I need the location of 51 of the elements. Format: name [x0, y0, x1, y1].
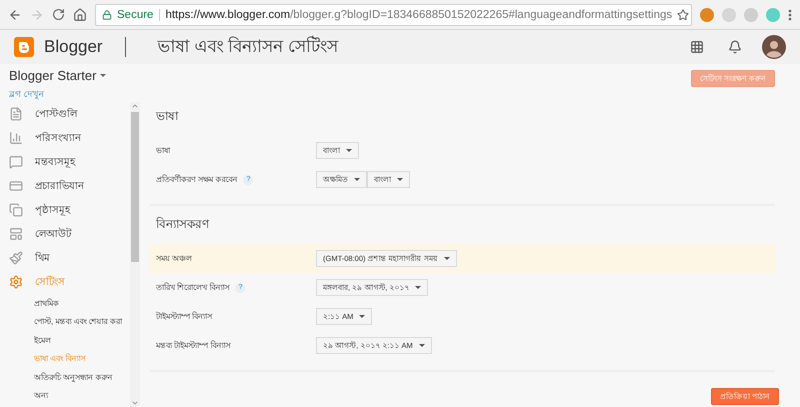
setting-label: প্রতিবর্ণীকরণ সক্ষম করবেন [156, 174, 238, 186]
sidebar-item-label: সেটিংস [35, 274, 65, 290]
setting-label: সময় অঞ্চল [156, 253, 192, 265]
settings-icon [9, 275, 23, 289]
section-title: ভাষা [154, 108, 180, 125]
setting-label: টাইমস্ট্যাম্প বিন্যাস [156, 310, 212, 323]
url-host: https://www.blogger.com [165, 8, 290, 20]
sidebar-item[interactable]: পরিসংখ্যান [0, 126, 130, 150]
sidebar-item[interactable]: পৃষ্ঠাসমূহ [0, 198, 130, 222]
card-icon [9, 179, 23, 193]
sidebar-item-label: পৃষ্ঠাসমূহ [35, 202, 70, 218]
blog-selector[interactable]: Blogger Starter [9, 68, 140, 83]
back-icon[interactable] [8, 8, 22, 22]
scroll-down-icon[interactable] [131, 399, 139, 407]
sidebar-item-label: লেআউট [35, 226, 71, 242]
document-icon [9, 107, 23, 121]
section-title: বিন্যাসকরণ [154, 216, 210, 233]
setting-label: তারিখ শিরোলেখ বিন্যাস [156, 282, 230, 294]
comment-icon [9, 155, 23, 169]
layout-icon [9, 227, 23, 241]
secure-label: Secure [117, 8, 160, 20]
notification-icon[interactable] [728, 40, 742, 54]
star-icon[interactable] [677, 8, 690, 20]
setting-label: ভাষা [156, 145, 170, 157]
pages-icon [9, 203, 23, 217]
page-title: ভাষা এবং বিন্যাসন সেটিংস [158, 34, 340, 58]
bar-chart-icon [9, 131, 23, 145]
sidebar-item[interactable]: মন্তব্যসমূহ [0, 150, 130, 174]
sidebar-item[interactable]: লেআউট [0, 222, 130, 246]
scrollbar[interactable] [130, 102, 140, 407]
sidebar-item-label: প্রচারাভিযান [35, 179, 84, 194]
apps-grid-icon[interactable] [690, 40, 704, 54]
reload-icon[interactable] [52, 8, 65, 21]
address-bar[interactable]: Secure https://www.blogger.com/blogger.g?blogID=1834668850152022265#languageandformattingsettings [95, 4, 692, 26]
brand-name: Blogger [44, 37, 103, 57]
view-blog-link[interactable]: ব্লগ দেখুন [9, 87, 140, 102]
sidebar-item[interactable]: থিম [0, 246, 130, 270]
sidebar-item-label: পোস্টগুলি [35, 106, 77, 122]
lock-icon [102, 10, 112, 20]
scroll-up-icon[interactable] [131, 102, 139, 110]
avatar-icon[interactable] [762, 35, 786, 59]
sidebar-item-label: থিম [35, 251, 50, 266]
setting-label: মন্তব্য টাইমস্ট্যাম্প বিন্যাস [156, 340, 230, 352]
menu-icon[interactable] [788, 8, 792, 20]
sidebar-item-label: পরিসংখ্যান [35, 131, 81, 146]
home-icon[interactable] [73, 8, 87, 22]
blogger-logo-icon [14, 37, 34, 57]
sidebar-item[interactable]: প্রচারাভিযান [0, 174, 130, 198]
url-path: /blogger.g?blogID=1834668850152022265#languageandformattingsettings [290, 8, 672, 20]
sidebar-item[interactable]: পোস্টগুলি [0, 102, 130, 126]
sidebar-item-label: মন্তব্যসমূহ [35, 156, 75, 170]
